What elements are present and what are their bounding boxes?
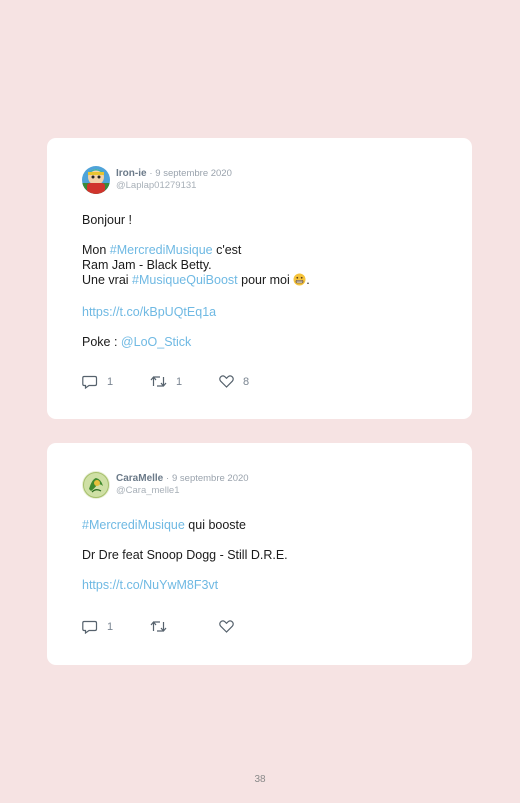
retweet-icon [150, 376, 167, 387]
tweet-card: CaraMelle · 9 septembre 2020 @Cara_melle… [47, 443, 472, 665]
separator: · [149, 168, 153, 179]
text-line: Une vrai #MusiqueQuiBoost pour moi . [82, 273, 310, 290]
separator: · [166, 473, 170, 484]
text-line: Ram Jam - Black Betty. [82, 258, 212, 272]
tweet-date[interactable]: 9 septembre 2020 [172, 473, 249, 484]
grimacing-face-emoji [293, 273, 306, 290]
avatar[interactable] [82, 166, 110, 194]
hashtag-link[interactable]: #MercrediMusique [82, 518, 185, 532]
text-span: c'est [212, 243, 242, 257]
hashtag-link[interactable]: #MercrediMusique [110, 243, 213, 257]
text-line: #MercrediMusique qui booste [82, 518, 288, 533]
user-handle[interactable]: @Cara_melle1 [116, 485, 249, 497]
heart-icon [219, 375, 234, 388]
reply-icon [82, 375, 98, 389]
page-number: 38 [254, 774, 266, 785]
reply-button[interactable]: 1 [82, 620, 113, 634]
retweet-button[interactable] [150, 620, 176, 633]
avatar[interactable] [82, 471, 110, 499]
text-span: Poke : [82, 335, 121, 349]
url-link[interactable]: https://t.co/NuYwM8F3vt [82, 578, 288, 593]
username[interactable]: Iron-ie [116, 168, 147, 179]
text-line: Bonjour ! [82, 213, 133, 227]
text-span: . [306, 273, 310, 287]
like-button[interactable] [219, 620, 243, 633]
retweet-button[interactable]: 1 [150, 375, 182, 388]
text-span: Une vrai [82, 273, 133, 287]
reply-count: 1 [107, 621, 114, 633]
like-count: 8 [243, 375, 250, 388]
mention-link[interactable]: @LoO_Stick [121, 335, 191, 349]
tweet-text: Bonjour ! Mon #MercrediMusique c'est Ram… [82, 213, 310, 350]
text-line: Poke : @LoO_Stick [82, 335, 310, 350]
text-line: Dr Dre feat Snoop Dogg - Still D.R.E. [82, 548, 288, 562]
text-span: Mon [82, 243, 110, 257]
tweet-date[interactable]: 9 septembre 2020 [155, 168, 232, 179]
reply-count: 1 [107, 376, 114, 388]
text-span: qui booste [184, 518, 246, 532]
retweet-count: 1 [176, 375, 183, 388]
hashtag-link[interactable]: #MusiqueQuiBoost [132, 273, 238, 287]
heart-icon [219, 620, 234, 633]
reply-button[interactable]: 1 [82, 375, 113, 389]
tweet-text: #MercrediMusique qui booste Dr Dre feat … [82, 518, 288, 593]
text-span: pour moi [237, 273, 294, 287]
tweet-card: Iron-ie · 9 septembre 2020 @Laplap012791… [47, 138, 472, 419]
retweet-icon [150, 621, 167, 632]
url-link[interactable]: https://t.co/kBpUQtEq1a [82, 305, 310, 320]
user-handle[interactable]: @Laplap01279131 [116, 180, 232, 192]
like-button[interactable]: 8 [219, 375, 249, 388]
reply-icon [82, 620, 98, 634]
text-line: Mon #MercrediMusique c'est [82, 243, 310, 258]
username[interactable]: CaraMelle [116, 473, 163, 484]
